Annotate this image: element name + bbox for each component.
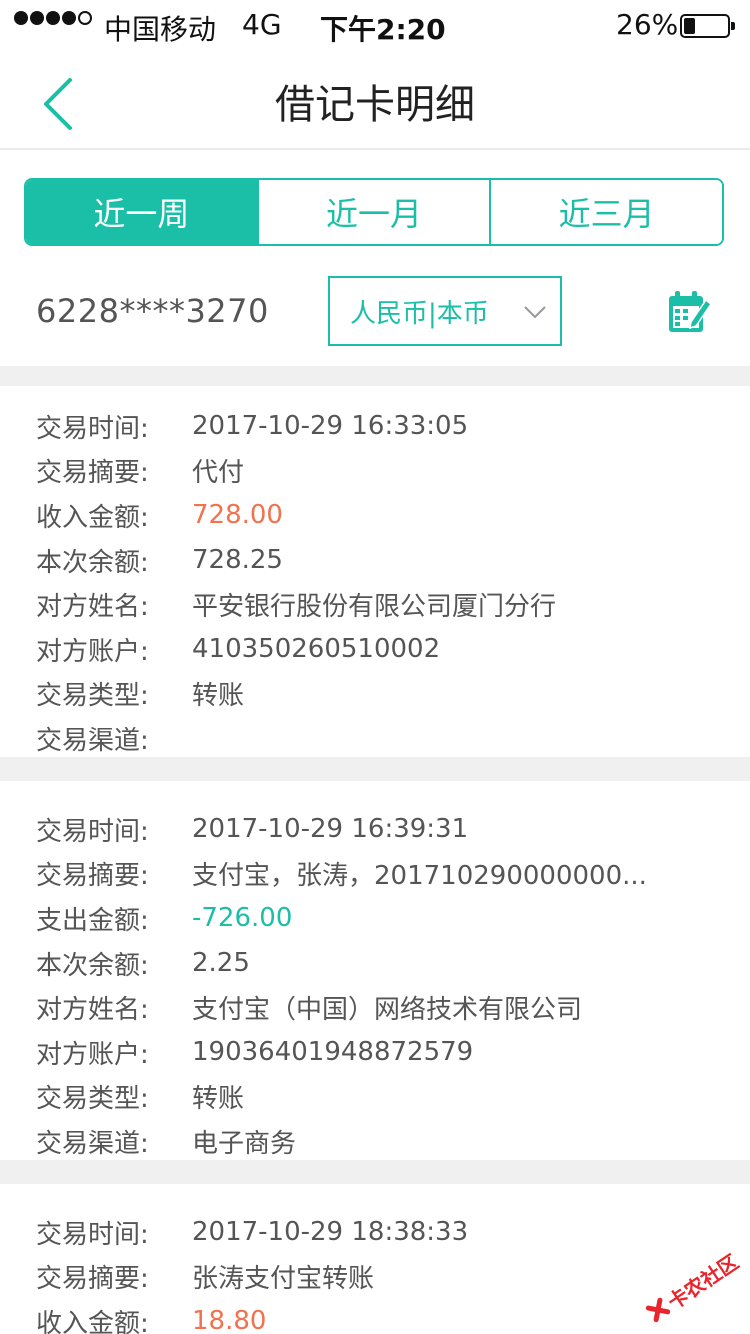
row-label: 对方姓名: xyxy=(36,592,149,623)
record-row-counterparty: 对方姓名: 支付宝（中国）网络技术有限公司 xyxy=(0,985,750,1030)
filter-row: 6228****3270 人民币|本币 xyxy=(0,262,750,366)
row-value: 转账 xyxy=(192,1084,245,1115)
record-row-summary: 交易摘要: 代付 xyxy=(0,449,750,494)
row-label: 交易时间: xyxy=(36,816,149,847)
row-value: 2.25 xyxy=(192,948,250,979)
page-title: 借记卡明细 xyxy=(275,82,475,128)
row-value: 支付宝（中国）网络技术有限公司 xyxy=(192,995,583,1026)
record-row-amount: 收入金额: 728.00 xyxy=(0,493,750,538)
record-row-counterparty: 对方姓名: 平安银行股份有限公司厦门分行 xyxy=(0,582,750,627)
card-number: 6228****3270 xyxy=(36,292,269,330)
row-value: 平安银行股份有限公司厦门分行 xyxy=(192,592,557,623)
row-label: 本次余额: xyxy=(36,950,149,981)
row-label: 支出金额: xyxy=(36,905,149,936)
row-label: 交易类型: xyxy=(36,681,149,712)
row-label: 交易渠道: xyxy=(36,1128,149,1159)
section-divider xyxy=(0,1160,750,1184)
record-row-time: 交易时间: 2017-10-29 16:39:31 xyxy=(0,807,750,852)
row-value: 代付 xyxy=(192,458,245,489)
nav-bar: 借记卡明细 xyxy=(0,52,750,150)
record-row-balance: 本次余额: 728.25 xyxy=(0,538,750,583)
record-row-type: 交易类型: 转账 xyxy=(0,1075,750,1120)
carrier-name: 中国移动 xyxy=(104,13,217,46)
row-label: 交易摘要: xyxy=(36,861,149,892)
battery-percentage: 26% xyxy=(616,8,679,41)
record-row-summary: 交易摘要: 支付宝，张涛，201710290000000... xyxy=(0,852,750,897)
currency-value: 人民币|本币 xyxy=(350,298,489,329)
row-label: 交易摘要: xyxy=(36,458,149,489)
row-value: 支付宝，张涛，201710290000000... xyxy=(192,861,647,892)
transaction-record: 交易时间: 2017-10-29 16:39:31 交易摘要: 支付宝，张涛，201… xyxy=(0,781,750,1160)
signal-strength-icon xyxy=(14,11,92,25)
row-value: 张涛支付宝转账 xyxy=(192,1264,375,1295)
row-value: 2017-10-29 18:38:33 xyxy=(192,1217,469,1248)
status-bar: 中国移动 4G 下午2:20 26% xyxy=(0,0,750,52)
row-label: 对方姓名: xyxy=(36,995,149,1026)
record-row-amount: 支出金额: -726.00 xyxy=(0,896,750,941)
section-divider xyxy=(0,757,750,781)
income-amount: 728.00 xyxy=(192,500,283,531)
row-value: 410350260510002 xyxy=(192,634,441,665)
expense-amount: -726.00 xyxy=(192,903,293,934)
tab-last-month[interactable]: 近一月 xyxy=(256,180,490,244)
income-amount: 18.80 xyxy=(192,1306,267,1334)
row-label: 收入金额: xyxy=(36,502,149,533)
calendar-edit-icon xyxy=(669,291,713,332)
period-tabs: 近一周 近一月 近三月 xyxy=(24,178,724,246)
record-row-account: 对方账户: 410350260510002 xyxy=(0,627,750,672)
section-divider xyxy=(0,366,750,386)
row-label: 本次余额: xyxy=(36,547,149,578)
row-label: 交易时间: xyxy=(36,1219,149,1250)
tab-last-three-months[interactable]: 近三月 xyxy=(489,180,722,244)
row-value: 电子商务 xyxy=(192,1128,297,1159)
transaction-record: 交易时间: 2017-10-29 18:38:33 交易摘要: 张涛支付宝转账 收入… xyxy=(0,1184,750,1334)
row-label: 交易时间: xyxy=(36,413,149,444)
row-label: 收入金额: xyxy=(36,1308,149,1334)
record-row-channel: 交易渠道: xyxy=(0,716,750,761)
record-row-amount: 收入金额: 18.80 xyxy=(0,1299,750,1334)
transaction-record: 交易时间: 2017-10-29 16:33:05 交易摘要: 代付 收入金额: 72… xyxy=(0,386,750,757)
calendar-button[interactable] xyxy=(666,288,714,336)
row-value: 728.25 xyxy=(192,545,283,576)
row-value: 2017-10-29 16:39:31 xyxy=(192,814,469,845)
record-row-balance: 本次余额: 2.25 xyxy=(0,941,750,986)
row-value: 2017-10-29 16:33:05 xyxy=(192,411,469,442)
record-row-type: 交易类型: 转账 xyxy=(0,672,750,717)
clock: 下午2:20 xyxy=(320,13,446,46)
network-type: 4G xyxy=(242,8,282,41)
chevron-down-icon xyxy=(524,306,546,319)
battery-icon xyxy=(680,14,735,38)
row-label: 交易渠道: xyxy=(36,725,149,756)
record-row-account: 对方账户: 19036401948872579 xyxy=(0,1030,750,1075)
row-value: 转账 xyxy=(192,681,245,712)
row-label: 对方账户: xyxy=(36,1039,149,1070)
currency-select[interactable]: 人民币|本币 xyxy=(328,276,562,346)
record-row-time: 交易时间: 2017-10-29 16:33:05 xyxy=(0,404,750,449)
row-label: 交易摘要: xyxy=(36,1264,149,1295)
record-row-channel: 交易渠道: 电子商务 xyxy=(0,1119,750,1164)
row-label: 交易类型: xyxy=(36,1084,149,1115)
tab-last-week[interactable]: 近一周 xyxy=(26,180,257,244)
row-label: 对方账户: xyxy=(36,636,149,667)
row-value: 19036401948872579 xyxy=(192,1037,474,1068)
record-row-time: 交易时间: 2017-10-29 18:38:33 xyxy=(0,1210,750,1255)
